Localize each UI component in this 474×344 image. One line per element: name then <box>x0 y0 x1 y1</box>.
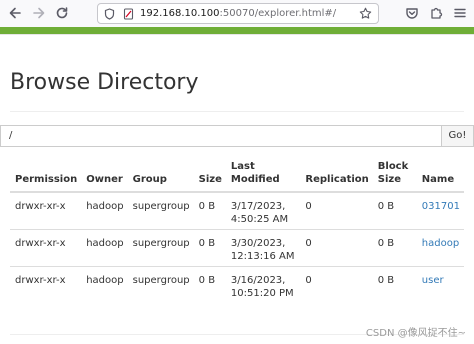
navbar-accent-bar <box>0 27 474 34</box>
back-arrow-icon[interactable] <box>6 4 24 22</box>
header-owner[interactable]: Owner <box>81 160 128 193</box>
cell-last-modified: 3/17/2023, 4:50:25 AM <box>230 201 289 225</box>
shield-icon[interactable] <box>104 7 118 20</box>
table-row: drwxr-xr-x hadoop supergroup 0 B 3/16/20… <box>10 265 464 303</box>
directory-table: Permission Owner Group Size Last Modifie… <box>10 160 464 303</box>
cell-permission: drwxr-xr-x <box>10 228 82 266</box>
go-button[interactable]: Go! <box>441 125 474 147</box>
reload-icon[interactable] <box>53 4 71 22</box>
cell-name: 031701 <box>417 192 464 229</box>
cell-block-size: 0 B <box>372 228 417 266</box>
cell-group: supergroup <box>127 265 194 303</box>
header-name[interactable]: Name <box>416 160 464 193</box>
header-replication[interactable]: Replication <box>300 160 373 193</box>
cell-size: 0 B <box>193 228 226 266</box>
extensions-icon[interactable] <box>427 4 445 22</box>
cell-last-modified: 3/16/2023, 10:51:20 PM <box>225 265 301 303</box>
cell-permission: drwxr-xr-x <box>10 265 82 303</box>
directory-link[interactable]: user <box>422 275 444 286</box>
header-last-modified[interactable]: Last Modified <box>225 160 301 193</box>
bookmark-star-icon[interactable] <box>359 7 372 23</box>
header-permission[interactable]: Permission <box>10 160 82 193</box>
address-bar[interactable]: 192.168.10.100:50070/explorer.html#/ <box>97 3 379 24</box>
menu-icon[interactable] <box>451 4 469 22</box>
cell-permission: drwxr-xr-x <box>15 201 66 212</box>
page-title: Browse Directory <box>10 70 199 95</box>
cell-owner: hadoop <box>81 228 128 266</box>
cell-replication: 0 <box>300 265 373 303</box>
table-row: drwxr-xr-x hadoop supergroup 0 B 3/30/20… <box>10 228 464 266</box>
table-header-row: Permission Owner Group Size Last Modifie… <box>10 160 464 193</box>
url-path: :50070/explorer.html#/ <box>219 8 337 19</box>
path-form: / Go! <box>0 125 474 147</box>
table-row: drwxr-xr-x hadoop supergroup 0 B 3/17/20… <box>10 192 464 229</box>
directory-link[interactable]: hadoop <box>422 238 459 249</box>
forward-arrow-icon[interactable] <box>30 4 48 22</box>
cell-replication: 0 <box>305 201 312 212</box>
cell-last-modified: 3/30/2023, 12:13:16 AM <box>225 228 301 266</box>
watermark-text: CSDN @像风捉不住~ <box>365 328 466 339</box>
cell-name: hadoop <box>416 228 464 266</box>
header-block-size[interactable]: Block Size <box>372 160 417 193</box>
url-host: 192.168.10.100 <box>140 8 220 19</box>
header-group[interactable]: Group <box>127 160 194 193</box>
directory-path-input[interactable]: / <box>0 125 441 147</box>
cell-size: 0 B <box>198 201 216 212</box>
cell-owner: hadoop <box>86 201 124 212</box>
cell-owner: hadoop <box>81 265 128 303</box>
cell-block-size: 0 B <box>372 265 417 303</box>
directory-link[interactable]: 031701 <box>422 201 460 212</box>
browser-toolbar: 192.168.10.100:50070/explorer.html#/ <box>0 0 474 27</box>
pocket-icon[interactable] <box>403 4 421 22</box>
cell-block-size: 0 B <box>377 201 395 212</box>
cell-name: user <box>416 265 464 303</box>
cell-size: 0 B <box>193 265 226 303</box>
page-info-icon[interactable] <box>123 7 137 20</box>
navbar-divider <box>0 34 474 35</box>
cell-group: supergroup <box>127 228 194 266</box>
cell-replication: 0 <box>300 228 373 266</box>
cell-group: supergroup <box>132 201 190 212</box>
title-divider <box>10 111 464 112</box>
header-size[interactable]: Size <box>193 160 226 193</box>
